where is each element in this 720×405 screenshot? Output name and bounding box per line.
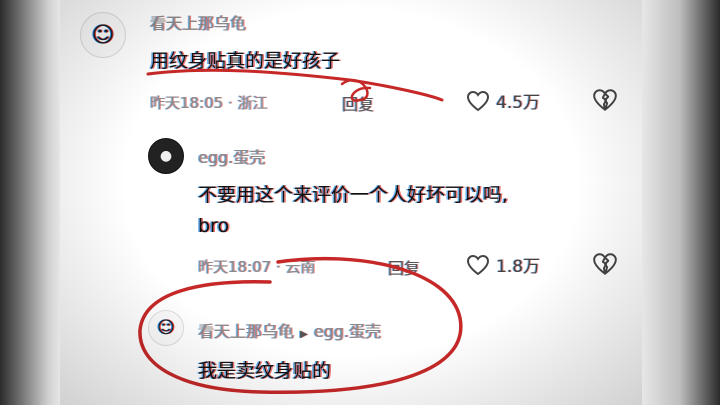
reply-arrow-icon: ▶ <box>300 329 308 340</box>
face-icon: ☺ <box>91 22 115 48</box>
comment-location: 浙江 <box>237 94 268 112</box>
egg-icon: ● <box>159 148 173 164</box>
comment-time: 昨天18:05 <box>150 94 224 112</box>
heart-icon <box>466 90 490 111</box>
comment-location: 云南 <box>285 258 316 276</box>
comment-text: 用纹身贴真的是好孩子 <box>150 50 341 72</box>
avatar[interactable]: ☺ <box>148 310 184 346</box>
left-backdrop <box>0 0 60 405</box>
comment-username[interactable]: egg.蛋壳 <box>198 144 265 168</box>
comment-text: 不要用这个来评价一个人好坏可以吗, <box>198 184 509 206</box>
like-count: 1.8万 <box>496 257 541 277</box>
reply-button[interactable]: 回复 <box>342 91 374 115</box>
right-backdrop <box>640 0 720 405</box>
reply-button[interactable]: 回复 <box>388 255 420 279</box>
meta-separator: · <box>271 258 286 276</box>
comment-text-line2: bro <box>198 215 230 237</box>
broken-heart-icon[interactable] <box>592 252 618 276</box>
reply-target[interactable]: egg.蛋壳 <box>314 322 381 341</box>
like-count: 4.5万 <box>496 93 541 113</box>
comment-meta: 昨天18:05 · 浙江 <box>150 92 268 113</box>
comment-time: 昨天18:07 <box>198 258 272 276</box>
comment-username[interactable]: 看天上那乌龟 <box>150 10 246 34</box>
meta-separator: · <box>223 94 238 112</box>
comment-text: 我是卖纹身贴的 <box>198 360 332 382</box>
face-icon: ☺ <box>157 318 175 338</box>
broken-heart-icon[interactable] <box>592 88 618 112</box>
heart-icon <box>466 254 490 275</box>
reply-author[interactable]: 看天上那乌龟 <box>198 322 294 341</box>
like-button[interactable]: 4.5万 <box>466 88 540 113</box>
comment-thread: ☺ 看天上那乌龟 用纹身贴真的是好孩子 昨天18:05 · 浙江 回复 4.5万… <box>60 0 642 405</box>
comment-username[interactable]: 看天上那乌龟 ▶ egg.蛋壳 <box>198 318 381 342</box>
like-button[interactable]: 1.8万 <box>466 252 540 277</box>
comment-meta: 昨天18:07 · 云南 <box>198 256 316 277</box>
avatar[interactable]: ☺ <box>80 12 126 58</box>
avatar[interactable]: ● <box>148 138 184 174</box>
